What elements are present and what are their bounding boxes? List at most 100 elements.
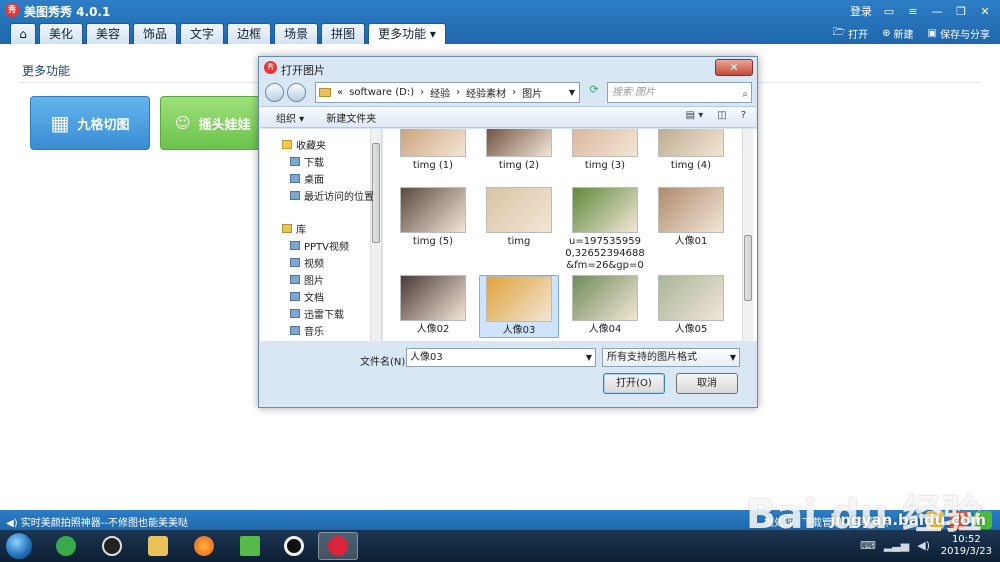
file-scroll-thumb[interactable] xyxy=(744,235,752,301)
image-thumbnail xyxy=(572,275,638,321)
breadcrumb-segment[interactable]: 经验素材 xyxy=(466,85,506,100)
file-item[interactable]: 人像03 xyxy=(479,275,559,338)
tab-6[interactable]: 拼图 xyxy=(321,23,366,44)
file-item[interactable]: timg (5) xyxy=(393,187,473,248)
new-button[interactable]: ⊕ 新建 xyxy=(882,25,913,42)
tree-item[interactable]: 音乐 xyxy=(290,323,324,338)
close-icon[interactable]: ✕ xyxy=(978,5,992,18)
start-button[interactable] xyxy=(5,532,33,560)
maximize-icon[interactable]: ❐ xyxy=(954,5,968,18)
tab-2[interactable]: 饰品 xyxy=(133,23,178,44)
taskbar-media[interactable] xyxy=(230,532,270,560)
file-list: timg (1) timg (2) timg (3) timg (4) timg (5)… xyxy=(383,129,757,341)
nav-scrollbar[interactable] xyxy=(370,129,381,341)
tab-1[interactable]: 美容 xyxy=(86,23,131,44)
tree-item[interactable]: 库 xyxy=(282,221,306,236)
open-button[interactable]: 🗁 打开 xyxy=(833,25,868,42)
dialog-close-button[interactable]: ✕ xyxy=(715,59,753,76)
file-item[interactable]: 人像04 xyxy=(565,275,645,336)
cancel-button[interactable]: 取消 xyxy=(676,373,738,394)
folder-icon xyxy=(290,157,300,166)
view-mode-icon[interactable]: ▤ ▾ xyxy=(686,110,704,121)
tree-item-label: 桌面 xyxy=(304,175,324,186)
tree-item[interactable]: 收藏夹 xyxy=(282,137,326,152)
tree-item[interactable]: 下载 xyxy=(290,154,324,169)
tab-home[interactable]: ⌂ xyxy=(10,23,36,44)
search-input[interactable]: 搜索 图片 ⌕ xyxy=(607,82,752,103)
taskbar-recorder[interactable] xyxy=(274,532,314,560)
new-folder-button[interactable]: 新建文件夹 xyxy=(326,110,376,125)
search-icon[interactable]: ⌕ xyxy=(742,85,748,104)
breadcrumb-segment[interactable]: software (D:) xyxy=(349,87,414,98)
menu-icon[interactable]: ≡ xyxy=(906,5,920,18)
file-scrollbar[interactable] xyxy=(742,129,753,341)
breadcrumb-segment[interactable]: 经验 xyxy=(430,85,450,100)
minimize-icon[interactable]: — xyxy=(930,5,944,18)
new-label: 新建 xyxy=(893,30,914,41)
tab-7[interactable]: 更多功能 ▾ xyxy=(368,23,446,44)
save-share-button[interactable]: ▣ 保存与分享 xyxy=(928,25,990,42)
tab-0[interactable]: 美化 xyxy=(39,23,84,44)
back-button[interactable] xyxy=(265,83,284,102)
volume-icon[interactable]: ◀) xyxy=(917,539,930,552)
breadcrumb-separator[interactable]: › xyxy=(456,87,460,98)
keyboard-icon[interactable]: ⌨ xyxy=(860,539,876,552)
status-promo[interactable]: ◀) 实时美颜拍照神器--不修图也能美美哒 xyxy=(6,514,188,529)
network-icon[interactable]: ▂▃▅ xyxy=(884,539,909,552)
file-item[interactable]: timg (1) xyxy=(393,129,473,172)
file-item[interactable]: timg (4) xyxy=(651,129,731,172)
baidu-watermark-url: jingyan.baidu.com xyxy=(830,511,986,529)
file-name: timg (2) xyxy=(498,160,540,171)
tree-item-label: 文档 xyxy=(304,293,324,304)
refresh-icon[interactable]: ⟳ xyxy=(585,83,603,102)
chevron-down-icon[interactable]: ▼ xyxy=(569,88,575,97)
taskbar-firefox[interactable] xyxy=(184,532,224,560)
login-link[interactable]: 登录 xyxy=(850,3,872,19)
file-item[interactable]: timg (3) xyxy=(565,129,645,172)
file-item[interactable]: 人像02 xyxy=(393,275,473,336)
image-thumbnail xyxy=(658,129,724,157)
taskbar-qq[interactable] xyxy=(92,532,132,560)
taskbar-explorer[interactable] xyxy=(138,532,178,560)
section-title: 更多功能 xyxy=(22,64,71,78)
breadcrumb-separator[interactable]: « xyxy=(337,87,343,98)
taskbar-meitu[interactable] xyxy=(318,532,358,560)
tree-item[interactable]: 最近访问的位置 xyxy=(290,188,374,203)
file-item[interactable]: 人像05 xyxy=(651,275,731,336)
system-tray: ⌨ ▂▃▅ ◀) xyxy=(860,539,930,552)
breadcrumb-segment[interactable]: 图片 xyxy=(522,85,542,100)
tab-3[interactable]: 文字 xyxy=(180,23,225,44)
tree-item[interactable]: 视频 xyxy=(290,255,324,270)
preview-pane-icon[interactable]: ◫ xyxy=(717,110,726,121)
file-item[interactable]: timg xyxy=(479,187,559,248)
tree-item[interactable]: 迅雷下载 xyxy=(290,306,344,321)
forward-button[interactable] xyxy=(287,83,306,102)
tree-item[interactable]: 图片 xyxy=(290,272,324,287)
filename-input[interactable]: 人像03 ▼ xyxy=(406,348,596,367)
file-item[interactable]: timg (2) xyxy=(479,129,559,172)
file-item[interactable]: u=1975359590,32652394688&fm=26&gp=0 xyxy=(565,187,645,272)
chevron-down-icon[interactable]: ▼ xyxy=(730,349,736,366)
organize-button[interactable]: 组织 ▾ xyxy=(276,110,304,125)
tree-item[interactable]: PPTV视频 xyxy=(290,238,349,253)
file-name: timg (3) xyxy=(584,160,626,171)
message-icon[interactable]: ▭ xyxy=(882,5,896,18)
address-bar[interactable]: « software (D:) › 经验 › 经验素材 › 图片 ▼ xyxy=(315,82,580,103)
breadcrumb-separator[interactable]: › xyxy=(420,87,424,98)
tab-5[interactable]: 场景 xyxy=(274,23,319,44)
tab-4[interactable]: 边框 xyxy=(227,23,272,44)
file-type-select[interactable]: 所有支持的图片格式 ▼ xyxy=(602,348,740,367)
taskbar-app-1[interactable] xyxy=(46,532,86,560)
open-confirm-button[interactable]: 打开(O) xyxy=(603,373,665,394)
app-title-bar: 秀 美图秀秀 4.0.1 登录 ▭ ≡ — ❐ ✕ xyxy=(0,0,1000,22)
tree-item[interactable]: 文档 xyxy=(290,289,324,304)
tree-item[interactable]: 桌面 xyxy=(290,171,324,186)
chevron-down-icon[interactable]: ▼ xyxy=(586,349,592,366)
file-item[interactable]: 人像01 xyxy=(651,187,731,248)
filename-value: 人像03 xyxy=(410,352,443,363)
meitu-icon xyxy=(328,536,348,556)
breadcrumb-separator[interactable]: › xyxy=(512,87,516,98)
help-icon[interactable]: ? xyxy=(741,110,746,121)
folder-icon xyxy=(290,241,300,250)
nine-grid-button[interactable]: ▦ 九格切图 xyxy=(30,96,150,150)
